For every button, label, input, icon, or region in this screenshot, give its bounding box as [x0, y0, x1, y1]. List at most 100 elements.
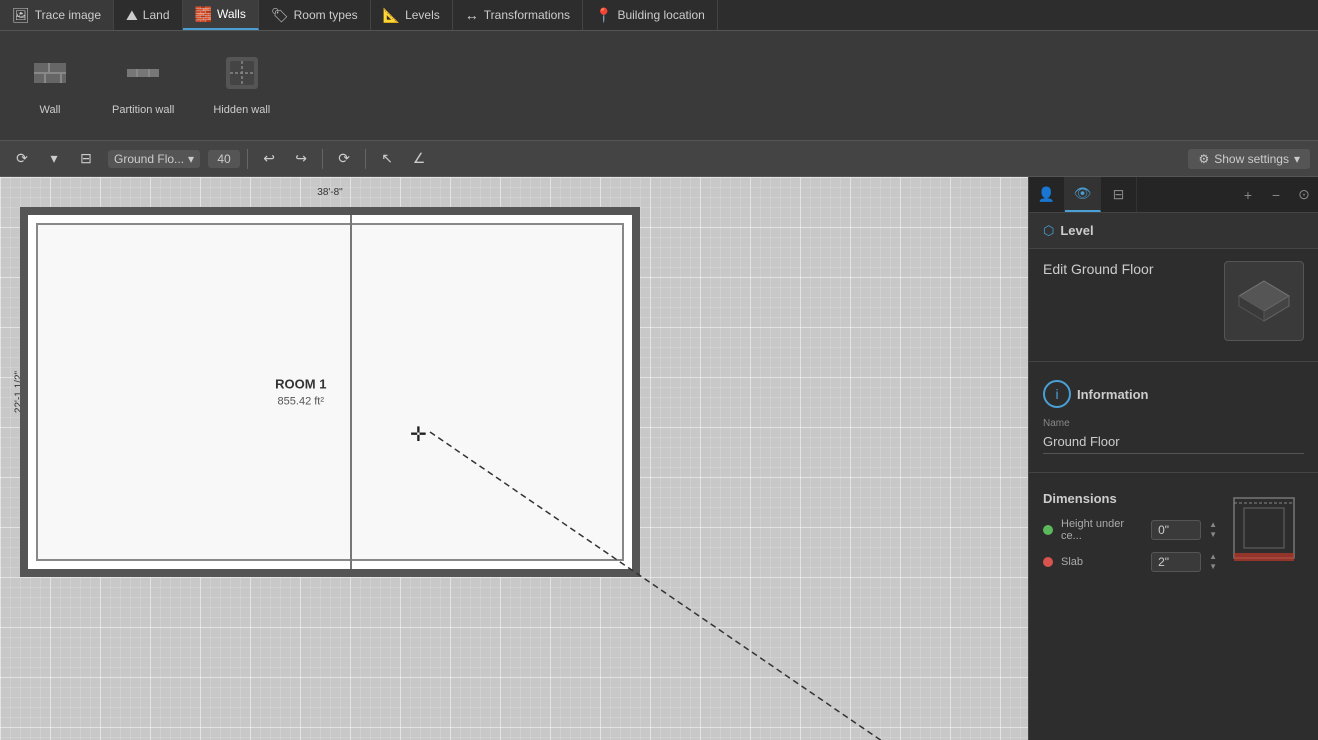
floor-plan: 38'-8" 23'-5 1/2" 22'-1 1/2" ROOM 1 855.… — [20, 207, 640, 577]
information-section: i Information Name — [1029, 370, 1318, 464]
room-types-icon: 🏷 — [271, 7, 289, 24]
floor-plan-view-button[interactable]: ⊟ — [72, 146, 100, 172]
secondary-toolbar: ⟳ ▾ ⊟ Ground Flo... ▾ 40 ↩ ↪ ⟳ ↖ ∠ ⚙ Sho… — [0, 141, 1318, 177]
separator-1 — [247, 149, 248, 169]
room-label: ROOM 1 855.42 ft² — [275, 377, 326, 408]
trace-image-icon: 🖼 — [12, 7, 30, 24]
floor-preview-image — [1224, 261, 1304, 341]
level-tab-label: Level — [1060, 223, 1093, 238]
dimension-top: 38'-8" — [317, 187, 342, 198]
angle-button[interactable]: ∠ — [405, 146, 433, 172]
hidden-wall-tool-label: Hidden wall — [213, 104, 270, 116]
show-settings-button[interactable]: ⚙ Show settings ▾ — [1188, 149, 1310, 169]
toolbar: Wall Partition wall Hidden wall — [0, 31, 1318, 141]
name-field-input[interactable] — [1043, 432, 1304, 454]
refresh-button[interactable]: ⟳ — [330, 146, 358, 172]
slab-field-label: Slab — [1061, 556, 1147, 568]
undo-button[interactable]: ↩ — [255, 146, 283, 172]
nav-levels[interactable]: 📐 Levels — [371, 0, 453, 30]
floor-selector[interactable]: Ground Flo... ▾ — [108, 150, 200, 168]
height-increment-button[interactable]: ▲ — [1207, 520, 1219, 530]
zoom-level: 40 — [208, 150, 240, 168]
slab-value-box: 2" — [1151, 552, 1201, 572]
height-stepper[interactable]: ▲ ▼ — [1207, 520, 1219, 539]
floor-selector-chevron: ▾ — [188, 152, 194, 166]
panel-tab-layers[interactable]: ⊟ — [1101, 177, 1137, 212]
nav-building-location[interactable]: 📍 Building location — [583, 0, 718, 30]
hidden-wall-tool-button[interactable]: Hidden wall — [201, 47, 282, 124]
nav-building-location-label: Building location — [617, 8, 704, 22]
arrow-down-button[interactable]: ▾ — [40, 146, 68, 172]
nav-transformations[interactable]: ↔ Transformations — [453, 0, 583, 30]
walls-icon: 🧱 — [195, 6, 212, 23]
panel-tab-eye[interactable]: 👁 — [1065, 177, 1101, 212]
slab-field-wrap: Slab 2" ▲ ▼ — [1061, 552, 1219, 572]
slab-dot — [1043, 557, 1053, 567]
height-dot — [1043, 525, 1053, 535]
height-value-box: 0" — [1151, 520, 1201, 540]
wall-tool-icon — [32, 55, 68, 98]
sync-button[interactable]: ⟳ — [8, 146, 36, 172]
level-tab-icon: ⬡ — [1043, 223, 1054, 239]
nav-room-types-label: Room types — [294, 8, 358, 22]
floor-outer-wall: ROOM 1 855.42 ft² — [20, 207, 640, 577]
partition-wall-tool-icon — [125, 55, 161, 98]
nav-transformations-label: Transformations — [484, 8, 570, 22]
separator-3 — [365, 149, 366, 169]
nav-trace-image-label: Trace image — [35, 8, 101, 22]
right-panel: 👤 👁 ⊟ + − ⊙ ⬡ Level Edit Ground Floor — [1028, 177, 1318, 740]
wall-tool-button[interactable]: Wall — [15, 47, 85, 124]
redo-button[interactable]: ↪ — [287, 146, 315, 172]
floor-selector-label: Ground Flo... — [114, 152, 184, 166]
height-under-ceiling-row: Height under ce... 0" ▲ ▼ — [1043, 518, 1219, 542]
nav-walls[interactable]: 🧱 Walls — [183, 0, 259, 30]
dimension-diagram — [1229, 478, 1304, 583]
transformations-icon: ↔ — [465, 7, 479, 23]
levels-icon: 📐 — [383, 7, 400, 24]
nav-levels-label: Levels — [405, 8, 440, 22]
canvas-area[interactable]: ↖ 38'-8" 23'-5 1/2" 22'-1 1/2" ROOM 1 85… — [0, 177, 1028, 740]
interior-wall-line — [350, 215, 352, 569]
building-location-icon: 📍 — [595, 7, 612, 24]
nav-land[interactable]: ⛰ Land — [114, 0, 182, 30]
show-settings-label: Show settings — [1214, 152, 1289, 166]
settings-icon: ⚙ — [1198, 152, 1209, 166]
land-icon: ⛰ — [126, 7, 138, 24]
info-header: i Information — [1043, 380, 1304, 408]
panel-zoom-out-button[interactable]: − — [1262, 181, 1290, 209]
panel-fit-button[interactable]: ⊙ — [1290, 181, 1318, 209]
panel-zoom-in-button[interactable]: + — [1234, 181, 1262, 209]
information-label: Information — [1077, 387, 1149, 402]
nav-land-label: Land — [143, 8, 170, 22]
panel-tabs: 👤 👁 ⊟ + − ⊙ — [1029, 177, 1318, 213]
slab-increment-button[interactable]: ▲ — [1207, 552, 1219, 562]
edit-floor-section: Edit Ground Floor — [1029, 249, 1318, 353]
nav-walls-label: Walls — [217, 7, 246, 21]
pointer-button[interactable]: ↖ — [373, 146, 401, 172]
dimensions-section: Dimensions Height under ce... — [1029, 481, 1318, 593]
slab-stepper[interactable]: ▲ ▼ — [1207, 552, 1219, 571]
height-decrement-button[interactable]: ▼ — [1207, 530, 1219, 540]
info-icon-circle[interactable]: i — [1043, 380, 1071, 408]
partition-wall-tool-button[interactable]: Partition wall — [100, 47, 186, 124]
edit-floor-title: Edit Ground Floor — [1043, 261, 1204, 277]
room-area: 855.42 ft² — [275, 396, 326, 408]
slab-decrement-button[interactable]: ▼ — [1207, 562, 1219, 572]
slab-value: 2" — [1158, 555, 1169, 569]
level-tab: ⬡ Level — [1029, 213, 1318, 249]
height-value: 0" — [1158, 523, 1169, 537]
name-field-label: Name — [1043, 418, 1304, 429]
main-area: ↖ 38'-8" 23'-5 1/2" 22'-1 1/2" ROOM 1 85… — [0, 177, 1318, 740]
slab-row: Slab 2" ▲ ▼ — [1043, 552, 1219, 572]
partition-wall-tool-label: Partition wall — [112, 104, 174, 116]
nav-trace-image[interactable]: 🖼 Trace image — [0, 0, 114, 30]
move-cursor[interactable]: ✛ — [410, 422, 427, 447]
nav-room-types[interactable]: 🏷 Room types — [259, 0, 371, 30]
panel-divider-2 — [1029, 472, 1318, 473]
show-settings-chevron: ▾ — [1294, 152, 1300, 166]
wall-tool-label: Wall — [40, 104, 61, 116]
hidden-wall-tool-icon — [224, 55, 260, 98]
room-name: ROOM 1 — [275, 377, 326, 392]
panel-tab-person[interactable]: 👤 — [1029, 177, 1065, 212]
name-field-group: Name — [1043, 418, 1304, 454]
